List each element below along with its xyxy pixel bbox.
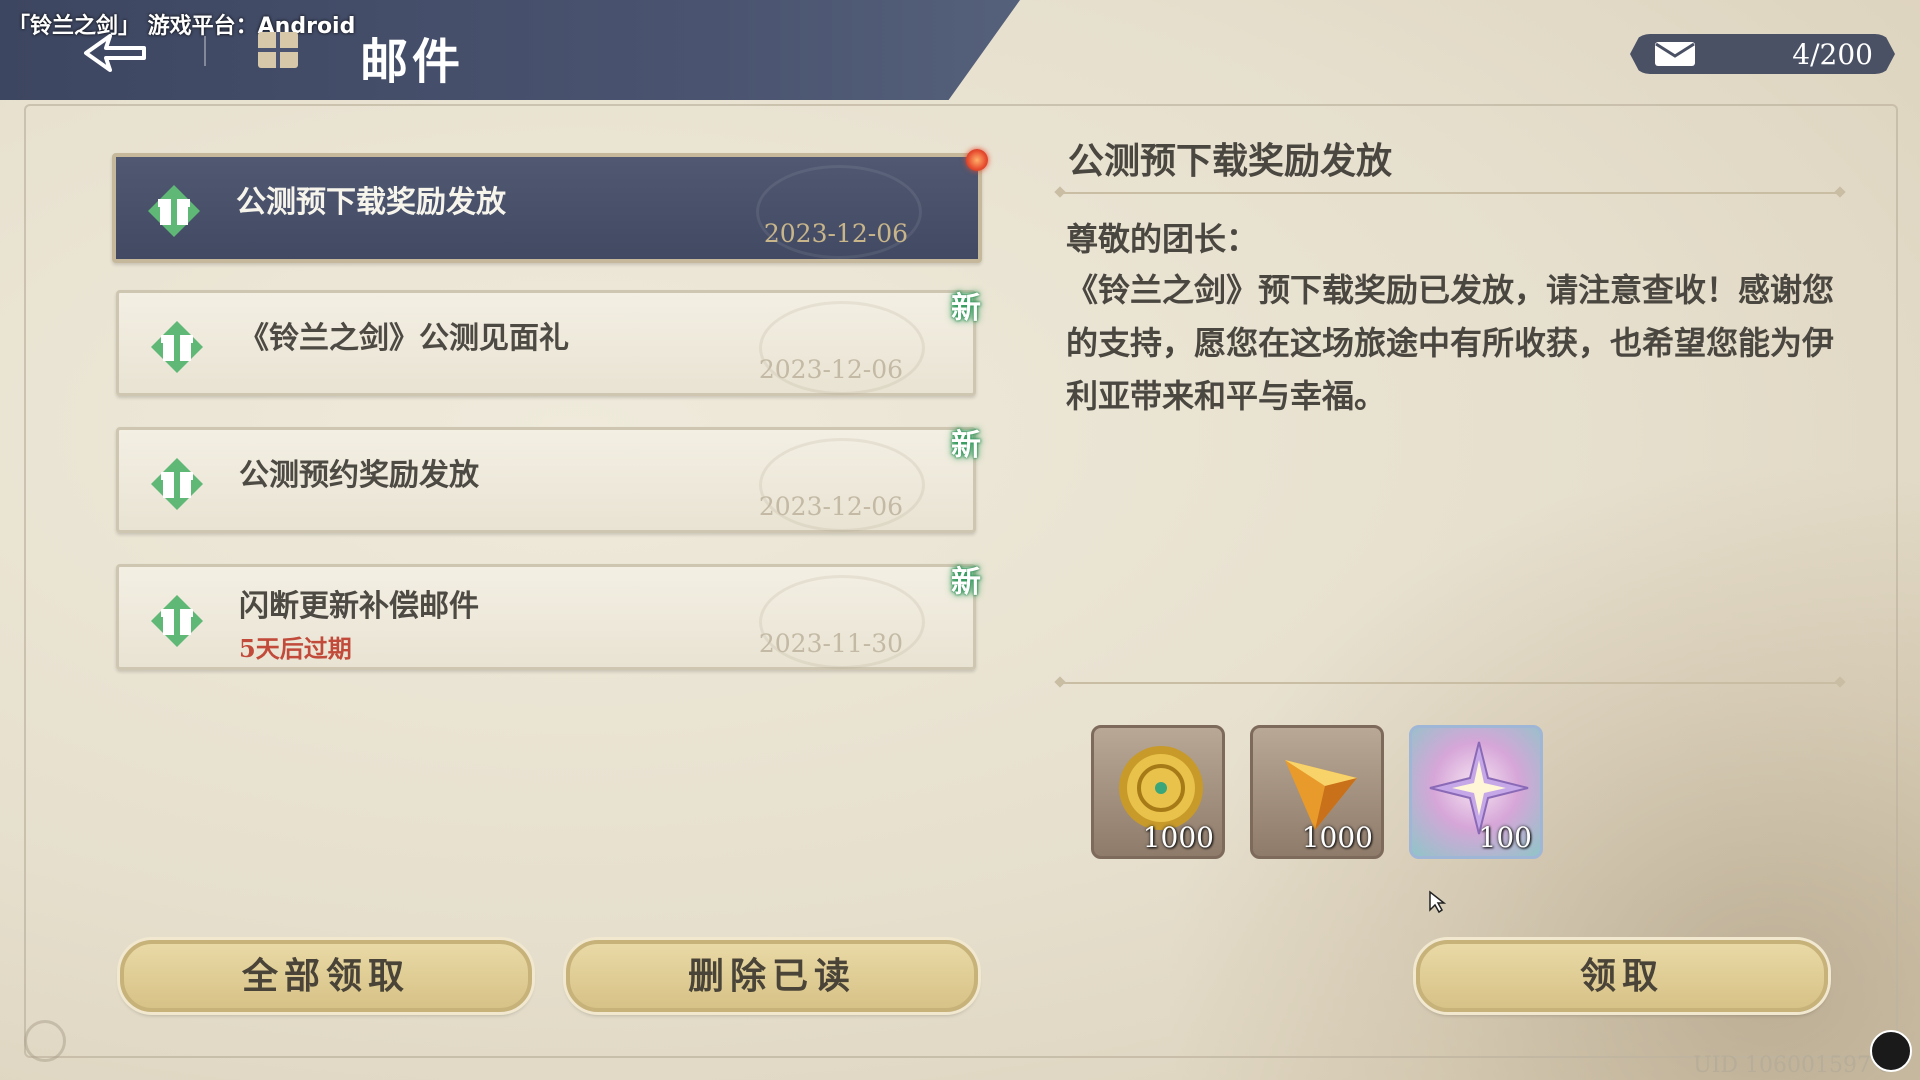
corner-ornament-icon — [24, 1020, 66, 1062]
gift-icon — [151, 458, 203, 510]
mail-date: 2023-11-30 — [758, 629, 903, 658]
claim-button[interactable]: 领取 — [1416, 940, 1828, 1012]
new-badge: 新 — [951, 565, 981, 600]
new-badge: 新 — [951, 291, 981, 326]
mail-title: 公测预下载奖励发放 — [236, 185, 506, 220]
expiry-text: 5天后过期 — [239, 634, 352, 663]
mouse-cursor-icon — [1429, 890, 1446, 914]
mail-date: 2023-12-06 — [763, 219, 908, 248]
mail-menu-icon — [256, 30, 300, 70]
back-arrow-icon — [84, 34, 146, 72]
envelope-icon — [1655, 42, 1695, 66]
gift-icon — [151, 321, 203, 373]
mail-item[interactable]: 公测预下载奖励发放 2023-12-06 — [112, 149, 988, 263]
back-button[interactable] — [80, 28, 150, 78]
mail-title: 《铃兰之剑》公测见面礼 — [239, 321, 569, 356]
mail-item[interactable]: 闪断更新补偿邮件 5天后过期 2023-11-30 新 — [116, 564, 981, 670]
mail-title: 公测预约奖励发放 — [239, 458, 479, 493]
mail-greeting: 尊敬的团长： — [1066, 220, 1259, 258]
reward-item[interactable]: 1000 — [1250, 725, 1384, 859]
reward-quantity: 100 — [1478, 821, 1532, 854]
reward-item[interactable]: 100 — [1409, 725, 1543, 859]
gift-icon — [151, 595, 203, 647]
claim-all-button[interactable]: 全部领取 — [120, 940, 532, 1012]
unread-indicator-icon — [966, 149, 988, 171]
mail-date: 2023-12-06 — [758, 355, 903, 384]
mail-item[interactable]: 《铃兰之剑》公测见面礼 2023-12-06 新 — [116, 290, 981, 396]
header-divider — [204, 36, 206, 66]
gift-icon — [148, 185, 200, 237]
mail-body: 《铃兰之剑》预下载奖励已发放，请注意查收！感谢您的支持，愿您在这场旅途中有所收获… — [1066, 271, 1835, 415]
page-title: 邮件 — [360, 34, 465, 90]
rewards-divider — [1060, 682, 1840, 684]
reward-quantity: 1000 — [1142, 821, 1214, 854]
mail-counter: 4/200 — [1630, 34, 1895, 74]
reward-quantity: 1000 — [1301, 821, 1373, 854]
title-divider — [1060, 192, 1840, 194]
mail-date: 2023-12-06 — [758, 492, 903, 521]
mail-count-text: 4/200 — [1792, 38, 1873, 71]
cat-avatar-icon — [1870, 1030, 1912, 1072]
mail-item[interactable]: 公测预约奖励发放 2023-12-06 新 — [116, 427, 981, 533]
reward-item[interactable]: 1000 — [1091, 725, 1225, 859]
mail-detail-title: 公测预下载奖励发放 — [1068, 140, 1393, 182]
mail-title: 闪断更新补偿邮件 — [239, 589, 479, 624]
uid-label: UID 106001597 8 — [1693, 1053, 1892, 1078]
new-badge: 新 — [951, 428, 981, 463]
delete-read-button[interactable]: 删除已读 — [566, 940, 978, 1012]
platform-label: 「铃兰之剑」 游戏平台：Android — [8, 14, 356, 39]
